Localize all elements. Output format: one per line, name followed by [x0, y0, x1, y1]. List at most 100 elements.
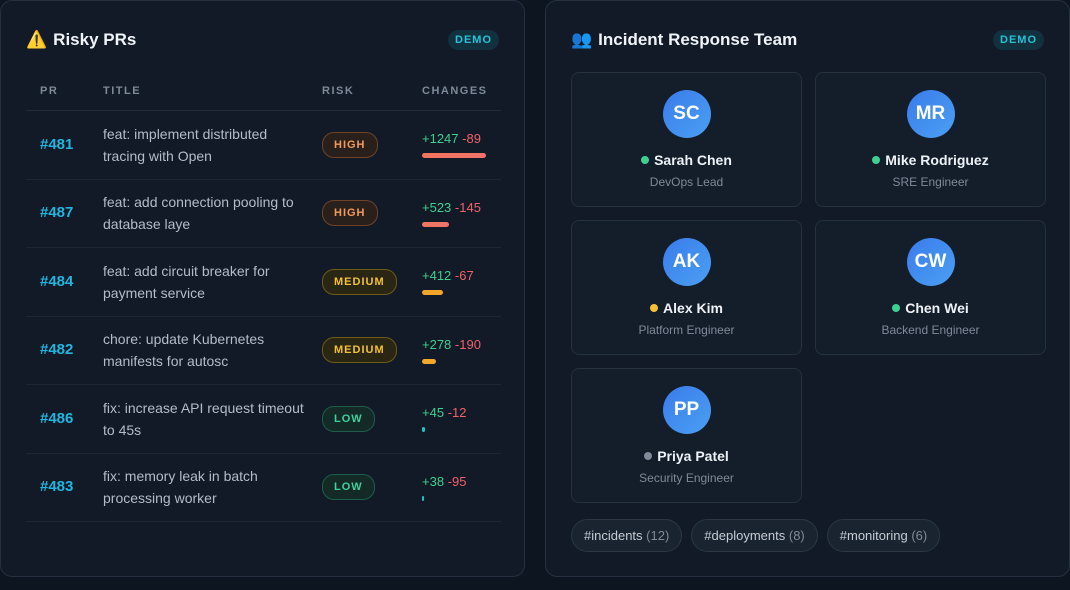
pr-title: chore: update Kubernetes manifests for a…: [103, 331, 265, 370]
pr-link[interactable]: #482: [40, 341, 73, 358]
changes-count: +1247 -89: [422, 131, 501, 146]
changes-bar: [422, 495, 424, 501]
channel-name: #deployments: [704, 528, 786, 543]
deletions: -95: [447, 473, 467, 489]
pr-link[interactable]: #483: [40, 478, 73, 495]
risk-badge: HIGH: [322, 200, 378, 227]
changes-bar: [422, 290, 443, 296]
deletions: -12: [447, 405, 467, 421]
avatar: MR: [906, 90, 955, 138]
avatar: CW: [906, 238, 955, 286]
deletions: -190: [454, 336, 481, 352]
pr-link[interactable]: #484: [40, 273, 73, 290]
member-name: Chen Wei: [905, 300, 969, 316]
member-name: Alex Kim: [663, 300, 723, 316]
deletions: -145: [454, 199, 481, 215]
pr-title: fix: increase API request timeout to 45s: [103, 399, 304, 438]
changes-bar: [422, 358, 436, 364]
changes-bar: [422, 221, 449, 227]
member-role: SRE Engineer: [892, 175, 969, 189]
team-member-card[interactable]: SC Sarah Chen DevOps Lead: [571, 72, 802, 207]
changes-count: +412 -67: [422, 268, 501, 283]
channel-chip[interactable]: #deployments (8): [691, 519, 818, 552]
team-panel: 👥 Incident Response Team DEMO SC Sarah Ch…: [545, 0, 1070, 577]
table-row[interactable]: #484 feat: add circuit breaker for paymen…: [26, 248, 501, 317]
changes-bar: [422, 427, 425, 433]
changes-count: +38 -95: [422, 474, 501, 489]
channel-name: #incidents: [584, 528, 643, 543]
table-row[interactable]: #486 fix: increase API request timeout to…: [26, 385, 501, 454]
changes-bar: [422, 153, 486, 159]
pr-link[interactable]: #487: [40, 204, 73, 221]
risk-badge: MEDIUM: [322, 337, 397, 364]
pr-title: fix: memory leak in batch processing wor…: [103, 468, 258, 507]
avatar: PP: [662, 386, 711, 434]
column-header-changes[interactable]: CHANGES: [422, 85, 501, 97]
pr-table: PR TITLE RISK CHANGES #481 feat: implemen…: [26, 71, 501, 522]
table-body: #481 feat: implement distributed tracing …: [26, 111, 501, 522]
changes-count: +278 -190: [422, 337, 501, 352]
column-header-risk[interactable]: RISK: [322, 85, 422, 97]
member-name: Priya Patel: [657, 448, 729, 464]
status-dot: [641, 156, 650, 164]
member-role: Platform Engineer: [638, 323, 735, 337]
status-dot: [650, 304, 659, 312]
status-dot: [892, 304, 901, 312]
table-row[interactable]: #487 feat: add connection pooling to data…: [26, 180, 501, 248]
risk-badge: MEDIUM: [322, 268, 397, 295]
demo-badge: DEMO: [448, 30, 499, 50]
people-icon: 👥: [571, 30, 593, 49]
team-member-card[interactable]: AK Alex Kim Platform Engineer: [571, 220, 802, 355]
demo-badge: DEMO: [993, 30, 1044, 50]
pr-link[interactable]: #486: [40, 410, 73, 427]
team-member-card[interactable]: CW Chen Wei Backend Engineer: [815, 220, 1046, 355]
channel-count: (12): [646, 528, 670, 543]
member-name: Mike Rodriguez: [885, 152, 989, 168]
channel-name: #monitoring: [839, 528, 908, 543]
additions: +1247: [422, 131, 459, 147]
column-header-pr[interactable]: PR: [26, 85, 103, 97]
additions: +38: [422, 473, 445, 489]
team-member-card[interactable]: MR Mike Rodriguez SRE Engineer: [815, 72, 1046, 207]
dashboard: ⚠️ Risky PRs DEMO PR TITLE RISK CHANGES …: [0, 0, 1070, 590]
pr-title: feat: add connection pooling to database…: [103, 194, 294, 233]
table-row[interactable]: #482 chore: update Kubernetes manifests f…: [26, 317, 501, 385]
channel-count: (8): [788, 528, 805, 543]
member-role: Backend Engineer: [881, 323, 980, 337]
pr-link[interactable]: #481: [40, 136, 73, 153]
member-role: DevOps Lead: [649, 175, 724, 189]
pr-title: feat: add circuit breaker for payment se…: [103, 262, 270, 301]
additions: +45: [422, 405, 445, 421]
team-header: 👥 Incident Response Team DEMO: [571, 28, 1044, 52]
changes-count: +45 -12: [422, 405, 501, 420]
risk-badge: LOW: [322, 405, 375, 432]
additions: +523: [422, 199, 452, 215]
channel-count: (6): [911, 528, 928, 543]
status-dot: [872, 156, 881, 164]
warning-icon: ⚠️: [26, 30, 48, 49]
deletions: -89: [462, 131, 481, 147]
pr-title: feat: implement distributed tracing with…: [103, 125, 268, 164]
risky-prs-header: ⚠️ Risky PRs DEMO: [26, 28, 499, 52]
risky-prs-title: Risky PRs: [53, 30, 137, 49]
status-dot: [644, 452, 653, 460]
channel-chip[interactable]: #incidents (12): [571, 519, 683, 552]
table-header: PR TITLE RISK CHANGES: [26, 71, 501, 111]
team-member-card[interactable]: PP Priya Patel Security Engineer: [571, 368, 802, 503]
member-role: Security Engineer: [639, 471, 734, 485]
avatar: SC: [662, 90, 711, 138]
channel-chip[interactable]: #monitoring (6): [826, 519, 941, 552]
changes-count: +523 -145: [422, 200, 501, 215]
deletions: -67: [454, 268, 474, 284]
risky-prs-panel: ⚠️ Risky PRs DEMO PR TITLE RISK CHANGES …: [0, 0, 525, 577]
risk-badge: LOW: [322, 474, 375, 501]
avatar: AK: [662, 238, 711, 286]
member-name: Sarah Chen: [654, 152, 732, 168]
column-header-title[interactable]: TITLE: [103, 85, 322, 97]
table-row[interactable]: #483 fix: memory leak in batch processing…: [26, 454, 501, 522]
additions: +278: [422, 336, 452, 352]
additions: +412: [422, 268, 452, 284]
risk-badge: HIGH: [322, 131, 378, 158]
channel-list: #incidents (12) #deployments (8) #monitori…: [571, 519, 941, 552]
table-row[interactable]: #481 feat: implement distributed tracing …: [26, 111, 501, 180]
